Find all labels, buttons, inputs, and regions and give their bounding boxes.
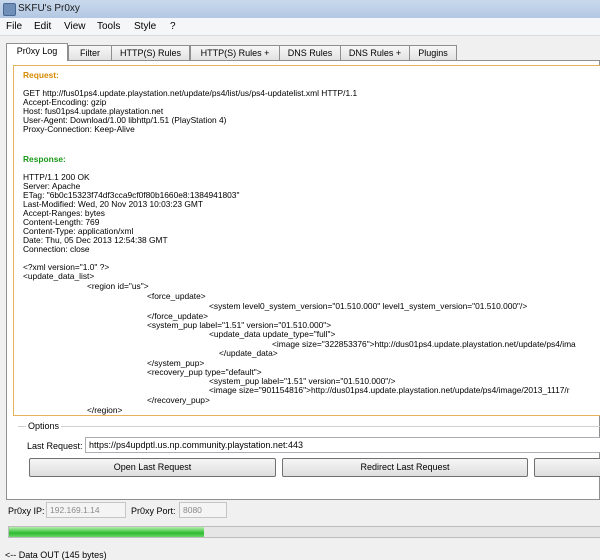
proxy-log-textarea[interactable]: Request: GET http://fus01ps4.update.play… — [13, 65, 600, 416]
tab-dns-rules-plus[interactable]: DNS Rules + — [340, 45, 410, 60]
xml-line: <force_update> — [147, 291, 206, 301]
xml-line: <region id="us"> — [87, 281, 149, 291]
proxy-port-label: Pr0xy Port: — [131, 506, 176, 516]
progress-fill — [9, 527, 205, 537]
traffic-progress-bar — [8, 526, 600, 538]
tab-dns-rules[interactable]: DNS Rules — [279, 45, 341, 60]
xml-line: <image size="322853376">http://dus01ps4.… — [272, 339, 576, 349]
menu-edit[interactable]: Edit — [34, 21, 51, 32]
app-icon — [3, 3, 16, 16]
menu-view[interactable]: View — [64, 21, 86, 32]
tab-https-rules-plus[interactable]: HTTP(S) Rules + — [190, 45, 280, 60]
xml-line: </region> — [87, 405, 123, 415]
xml-line: <update_data update_type="full"> — [209, 329, 336, 339]
xml-line: <image size="901154816">http://dus01ps4.… — [209, 385, 570, 395]
redirect-last-request-button[interactable]: Redirect Last Request — [282, 458, 528, 477]
tab-https-rules[interactable]: HTTP(S) Rules — [111, 45, 190, 60]
menu-help[interactable]: ? — [170, 21, 176, 32]
xml-line: </recovery_pup> — [147, 395, 210, 405]
last-request-label: Last Request: — [27, 441, 83, 451]
status-text: <-- Data OUT (145 bytes) — [5, 550, 107, 560]
menu-style[interactable]: Style — [134, 21, 156, 32]
proxy-port-field[interactable]: 8080 — [179, 502, 227, 518]
last-request-field[interactable]: https://ps4updptl.us.np.community.playst… — [85, 437, 600, 453]
menu-tools[interactable]: Tools — [97, 21, 120, 32]
log-line: Connection: close — [23, 244, 90, 254]
tab-proxy-log[interactable]: Pr0xy Log — [6, 43, 68, 61]
third-options-button[interactable] — [534, 458, 600, 477]
xml-line: </update_data> — [219, 348, 278, 358]
options-divider — [18, 426, 600, 427]
options-title: Options — [26, 421, 62, 431]
response-heading: Response: — [23, 154, 66, 164]
menu-bar: File Edit View Tools Style ? — [0, 18, 600, 36]
title-bar: SKFU's Pr0xy — [0, 0, 600, 19]
xml-line: <system level0_system_version="01.510.00… — [209, 301, 528, 311]
tab-strip: Pr0xy Log Filter HTTP(S) Rules HTTP(S) R… — [6, 43, 600, 61]
proxy-ip-label: Pr0xy IP: — [8, 506, 45, 516]
request-heading: Request: — [23, 70, 59, 80]
tab-filter[interactable]: Filter — [68, 45, 112, 60]
open-last-request-button[interactable]: Open Last Request — [29, 458, 276, 477]
proxy-ip-field[interactable]: 192.169.1.14 — [46, 502, 126, 518]
log-line: Proxy-Connection: Keep-Alive — [23, 124, 135, 134]
tab-plugins[interactable]: Plugins — [409, 45, 457, 60]
menu-file[interactable]: File — [6, 21, 22, 32]
window-title: SKFU's Pr0xy — [18, 3, 80, 14]
xml-line: <update_data_list> — [23, 271, 95, 281]
